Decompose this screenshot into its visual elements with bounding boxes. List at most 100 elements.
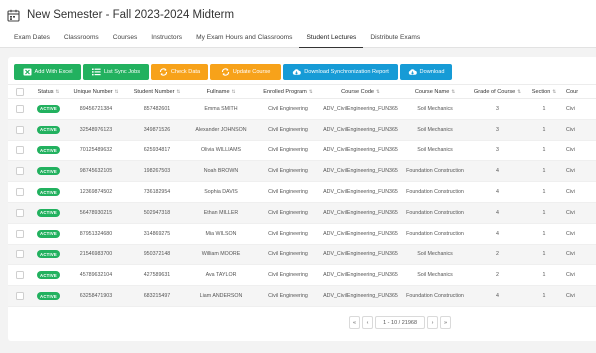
- cour-cell: Civi: [566, 251, 575, 258]
- column-label: Fullname: [206, 88, 230, 95]
- row-checkbox[interactable]: [16, 271, 24, 280]
- tab-classrooms[interactable]: Classrooms: [57, 30, 106, 48]
- row-checkbox[interactable]: [16, 167, 24, 176]
- tab-student-lectures[interactable]: Student Lectures: [299, 30, 364, 48]
- status-badge: ACTIVE: [37, 146, 60, 155]
- select-all-checkbox[interactable]: [16, 87, 24, 96]
- student-lectures-table: Status ⇅ Unique Number ⇅ Student Number ⇅ F…: [8, 84, 596, 307]
- section-cell: 1: [542, 105, 546, 112]
- download-sync-report-button[interactable]: Download Synchronization Report: [283, 64, 398, 80]
- download-label: Download: [419, 69, 445, 75]
- status-badge: ACTIVE: [37, 188, 60, 197]
- table-row[interactable]: ACTIVE 56478930215 502947318 Ethan MILLE…: [8, 202, 596, 224]
- status-cell: ACTIVE: [32, 161, 65, 181]
- row-checkbox[interactable]: [16, 292, 24, 301]
- row-checkbox[interactable]: [16, 250, 24, 259]
- status-cell: ACTIVE: [32, 224, 65, 244]
- student-number-cell: 857482601: [143, 105, 171, 112]
- column-header-status[interactable]: Status ⇅: [32, 85, 65, 98]
- course-name-cell: Foundation Construction: [406, 293, 464, 300]
- calendar-icon: [7, 9, 20, 22]
- column-header-fullname[interactable]: Fullname ⇅: [187, 85, 255, 98]
- student-number-cell: 736182954: [143, 189, 171, 196]
- program-cell: Civil Engineering: [268, 251, 308, 258]
- status-badge: ACTIVE: [37, 104, 60, 113]
- column-label: Course Name: [414, 88, 450, 95]
- column-header-enrolled-program[interactable]: Enrolled Program ⇅: [255, 85, 321, 98]
- column-header-section[interactable]: Section ⇅: [525, 85, 563, 98]
- cour-cell: Civi: [566, 189, 575, 196]
- sync-icon: [221, 68, 230, 76]
- download-button[interactable]: Download: [400, 64, 452, 80]
- next-page-button[interactable]: ›: [427, 316, 439, 329]
- row-checkbox-cell: [8, 99, 32, 119]
- last-page-button[interactable]: »: [440, 316, 452, 329]
- first-page-button[interactable]: «: [349, 316, 361, 329]
- cour-cell: Civi: [566, 209, 575, 216]
- table-row[interactable]: ACTIVE 21546983700 950372148 William MOO…: [8, 244, 596, 266]
- sort-icon: ⇅: [308, 88, 313, 94]
- tab-instructors[interactable]: Instructors: [144, 30, 189, 48]
- row-checkbox-cell: [8, 161, 32, 181]
- tab-courses[interactable]: Courses: [106, 30, 145, 48]
- row-checkbox[interactable]: [16, 104, 24, 113]
- fullname-cell: Sophia DAVIS: [204, 189, 238, 196]
- student-number-cell: 683215497: [143, 293, 171, 300]
- table-row[interactable]: ACTIVE 70125489632 625934817 Olivia WILL…: [8, 141, 596, 162]
- sort-icon: ⇅: [176, 88, 181, 94]
- toolbar: Add With Excel List Sync Jobs Check Data…: [14, 64, 452, 80]
- program-cell: Civil Engineering: [268, 126, 308, 133]
- tab-exam-dates[interactable]: Exam Dates: [7, 30, 57, 48]
- row-checkbox-cell: [8, 265, 32, 285]
- column-header-course-name[interactable]: Course Name ⇅: [400, 85, 470, 98]
- tab-bar: Exam Dates Classrooms Courses Instructor…: [0, 30, 596, 48]
- sort-icon: ⇅: [231, 88, 236, 94]
- table-row[interactable]: ACTIVE 89456721384 857482601 Emma SMITH …: [8, 99, 596, 120]
- program-cell: Civil Engineering: [268, 230, 308, 237]
- column-label: Cour: [566, 88, 579, 95]
- status-cell: ACTIVE: [32, 265, 65, 285]
- update-course-button[interactable]: Update Course: [210, 64, 281, 80]
- table-row[interactable]: ACTIVE 32548976123 349871526 Alexander J…: [8, 119, 596, 141]
- course-name-cell: Foundation Construction: [406, 230, 464, 237]
- prev-page-button[interactable]: ‹: [362, 316, 374, 329]
- status-badge: ACTIVE: [37, 125, 60, 134]
- grade-cell: 3: [496, 126, 499, 133]
- table-row[interactable]: ACTIVE 63258471903 683215497 Liam ANDERS…: [8, 286, 596, 307]
- status-cell: ACTIVE: [32, 203, 65, 223]
- column-header-course-code[interactable]: Course Code ⇅: [321, 85, 400, 98]
- course-name-cell: Foundation Construction: [406, 168, 464, 175]
- row-checkbox-cell: [8, 245, 32, 265]
- check-data-button[interactable]: Check Data: [151, 64, 208, 80]
- add-with-excel-button[interactable]: Add With Excel: [14, 64, 81, 80]
- table-row[interactable]: ACTIVE 45789632104 427589631 Ava TAYLOR …: [8, 265, 596, 287]
- column-header-unique-number[interactable]: Unique Number ⇅: [65, 85, 127, 98]
- table-row[interactable]: ACTIVE 98745632105 198267503 Noah BROWN …: [8, 161, 596, 183]
- column-header-grade-of-course[interactable]: Grade of Course ⇅: [470, 85, 525, 98]
- course-name-cell: Soil Mechanics: [417, 272, 453, 279]
- section-cell: 1: [542, 251, 546, 258]
- table-row[interactable]: ACTIVE 87951324680 314869275 Mia WILSON …: [8, 224, 596, 245]
- grade-cell: 2: [496, 272, 499, 279]
- table-row[interactable]: ACTIVE 12369874502 736182954 Sophia DAVI…: [8, 182, 596, 203]
- table-header: Status ⇅ Unique Number ⇅ Student Number ⇅ F…: [8, 84, 596, 99]
- excel-icon: [23, 68, 32, 76]
- column-label: Section: [531, 88, 551, 95]
- cour-cell: Civi: [566, 293, 575, 300]
- tab-distribute-exams[interactable]: Distribute Exams: [363, 30, 427, 48]
- row-checkbox[interactable]: [16, 188, 24, 197]
- student-number-cell: 502947318: [143, 209, 171, 216]
- list-sync-jobs-button[interactable]: List Sync Jobs: [83, 64, 149, 80]
- course-code-cell: ADV_CivilEngineering_FUN365: [323, 105, 398, 112]
- row-checkbox[interactable]: [16, 208, 24, 217]
- column-header-cour[interactable]: Cour: [563, 85, 596, 98]
- row-checkbox[interactable]: [16, 146, 24, 155]
- row-checkbox-cell: [8, 224, 32, 244]
- tab-my-exam-hours[interactable]: My Exam Hours and Classrooms: [189, 30, 299, 48]
- column-header-student-number[interactable]: Student Number ⇅: [127, 85, 187, 98]
- row-checkbox[interactable]: [16, 125, 24, 134]
- course-name-cell: Soil Mechanics: [417, 105, 453, 112]
- section-cell: 1: [542, 230, 546, 237]
- row-checkbox[interactable]: [16, 229, 24, 238]
- sort-icon: ⇅: [451, 88, 456, 94]
